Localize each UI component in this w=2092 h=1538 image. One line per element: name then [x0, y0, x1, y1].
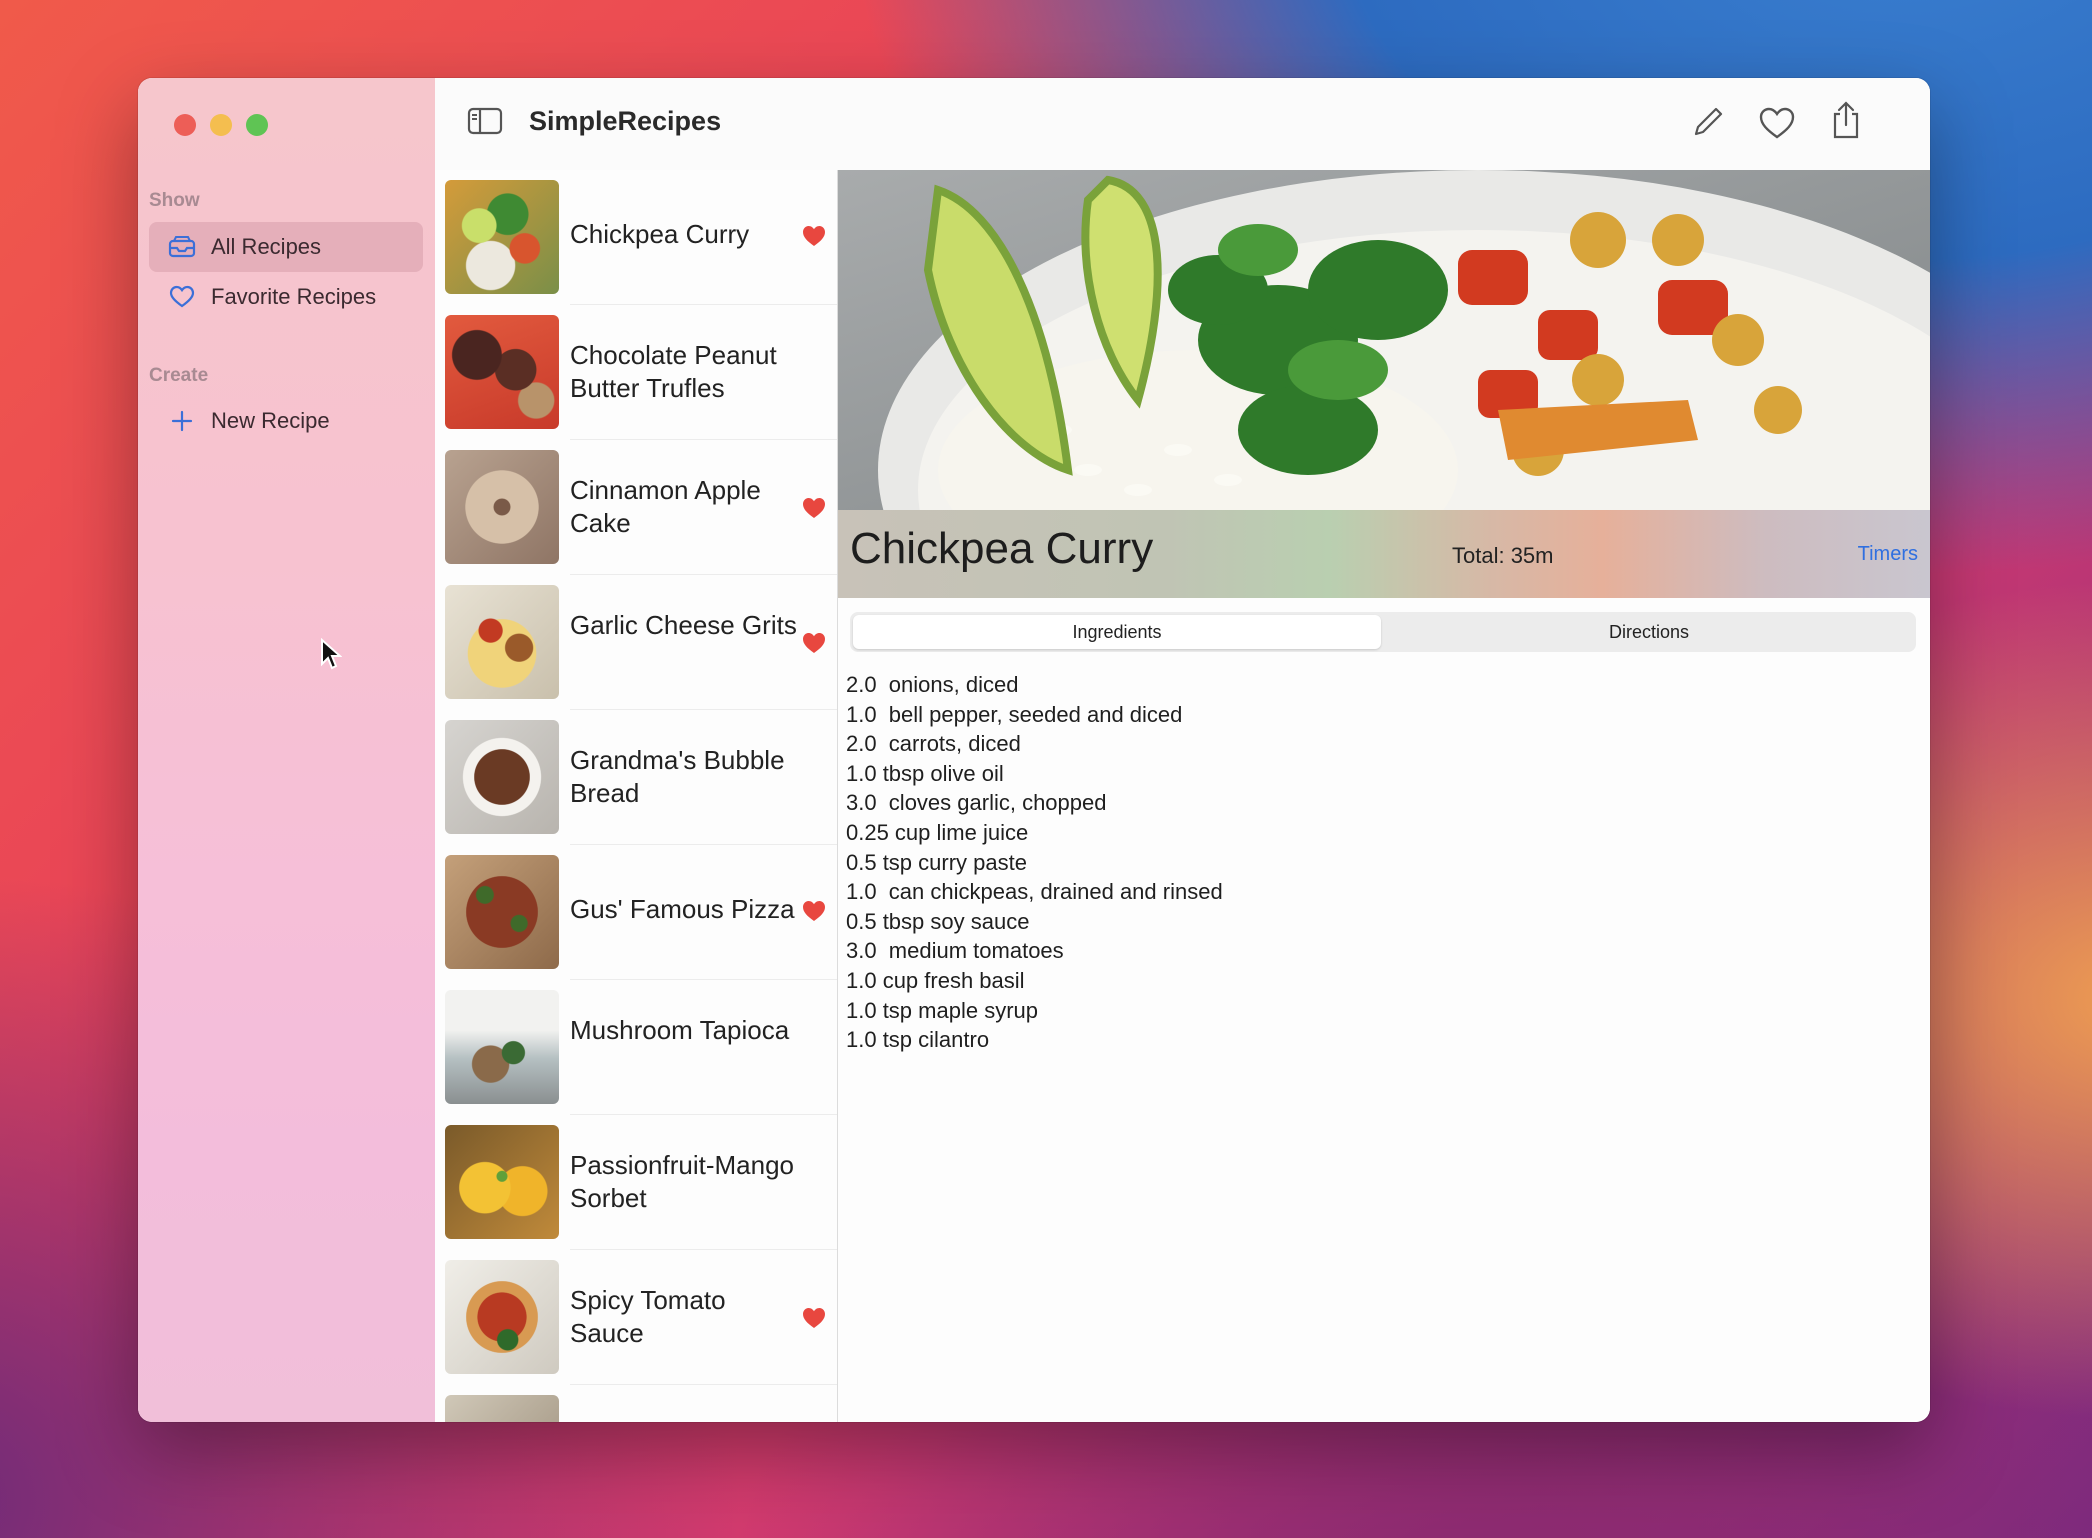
sidebar-item-all-recipes[interactable]: All Recipes	[149, 222, 423, 272]
sidebar-toggle-icon[interactable]	[467, 106, 503, 136]
ingredient-item: 1.0 tsp maple syrup	[846, 997, 1038, 1023]
sidebar-item-label: Favorite Recipes	[211, 284, 377, 309]
recipe-thumbnail	[445, 990, 559, 1104]
ingredient-item: 0.25 cup lime juice	[846, 819, 1029, 845]
recipe-thumbnail	[445, 1125, 559, 1239]
list-item[interactable]: Mushroom Tapioca	[435, 980, 837, 1115]
recipe-hero-image	[838, 170, 1930, 510]
recipe-name: Chocolate Peanut Butter Trufles	[570, 340, 777, 403]
tab-directions[interactable]: Directions	[1385, 615, 1913, 649]
recipe-detail: Chickpea Curry Total: 35m Timers Ingredi…	[838, 170, 1930, 1422]
list-item[interactable]: Grandma's Bubble Bread	[435, 710, 837, 845]
sidebar-item-favorite-recipes[interactable]: Favorite Recipes	[149, 272, 423, 322]
recipe-title-bar: Chickpea Curry Total: 35m Timers	[838, 510, 1930, 598]
recipe-name: Spicy Tomato Sauce	[570, 1285, 726, 1348]
toolbar: SimpleRecipes	[435, 78, 1930, 171]
ingredient-item: 3.0 medium tomatoes	[846, 938, 1064, 964]
tab-ingredients[interactable]: Ingredients	[853, 615, 1381, 649]
heart-filled-icon	[803, 226, 825, 246]
app-window: Show All Recipes Favorite Recipes Create…	[138, 78, 1930, 1422]
list-item[interactable]: Gus' Famous Pizza	[435, 845, 837, 980]
recipe-thumbnail	[445, 720, 559, 834]
mouse-cursor-icon	[321, 638, 342, 670]
recipe-thumbnail	[445, 450, 559, 564]
ingredient-item: 1.0 cup fresh basil	[846, 967, 1025, 993]
detail-segmented-control: Ingredients Directions	[850, 612, 1916, 652]
list-item[interactable]	[435, 1385, 837, 1422]
recipe-thumbnail	[445, 1395, 559, 1422]
list-item[interactable]: Cinnamon Apple Cake	[435, 440, 837, 575]
list-item[interactable]: Chocolate Peanut Butter Trufles	[435, 305, 837, 440]
recipe-title: Chickpea Curry	[850, 524, 1154, 573]
sidebar-item-label: All Recipes	[211, 234, 322, 259]
favorite-heart-icon[interactable]	[1758, 106, 1796, 140]
total-time: Total: 35m	[1452, 543, 1554, 568]
heart-filled-icon	[803, 1308, 825, 1328]
ingredient-item: 1.0 bell pepper, seeded and diced	[846, 701, 1183, 727]
pencil-icon[interactable]	[1690, 104, 1726, 140]
recipe-thumbnail	[445, 315, 559, 429]
list-item[interactable]: Chickpea Curry	[435, 170, 837, 305]
ingredient-item: 1.0 can chickpeas, drained and rinsed	[846, 879, 1223, 905]
recipe-name: Cinnamon Apple Cake	[570, 475, 761, 538]
sidebar: Show All Recipes Favorite Recipes Create…	[138, 78, 436, 1422]
app-title: SimpleRecipes	[529, 106, 722, 136]
plus-icon	[167, 406, 197, 436]
recipe-name: Mushroom Tapioca	[570, 1015, 790, 1045]
list-item[interactable]: Passionfruit-Mango Sorbet	[435, 1115, 837, 1250]
recipe-name: Grandma's Bubble Bread	[570, 745, 785, 808]
new-recipe-label: New Recipe	[211, 408, 330, 433]
zoom-button[interactable]	[246, 114, 268, 136]
list-item[interactable]: Garlic Cheese Grits	[435, 575, 837, 710]
section-label-show: Show	[149, 190, 200, 211]
ingredient-item: 1.0 tsp cilantro	[846, 1027, 990, 1053]
recipe-thumbnail	[445, 585, 559, 699]
recipe-thumbnail	[445, 1260, 559, 1374]
recipe-name: Gus' Famous Pizza	[570, 894, 795, 924]
close-button[interactable]	[174, 114, 196, 136]
recipe-name: Passionfruit-Mango Sorbet	[570, 1150, 794, 1213]
recipe-list: Chickpea Curry Chocolate Peanut Butter T…	[435, 170, 838, 1422]
recipe-thumbnail	[445, 180, 559, 294]
heart-filled-icon	[803, 901, 825, 921]
minimize-button[interactable]	[210, 114, 232, 136]
share-icon[interactable]	[1830, 100, 1862, 140]
heart-filled-icon	[803, 633, 825, 653]
section-label-create: Create	[149, 365, 209, 386]
heart-filled-icon	[803, 498, 825, 518]
list-item[interactable]: Spicy Tomato Sauce	[435, 1250, 837, 1385]
ingredient-item: 0.5 tsp curry paste	[846, 849, 1027, 875]
recipe-name: Chickpea Curry	[570, 219, 750, 249]
recipe-name: Garlic Cheese Grits	[570, 610, 797, 640]
ingredient-item: 1.0 tbsp olive oil	[846, 760, 1004, 786]
timers-button[interactable]: Timers	[1858, 543, 1918, 566]
ingredient-item: 2.0 onions, diced	[846, 672, 1019, 697]
window-controls	[174, 114, 268, 136]
ingredients-list: 2.0 onions, diced 1.0 bell pepper, seede…	[846, 670, 1223, 1055]
recipe-thumbnail	[445, 855, 559, 969]
tray-icon	[167, 232, 197, 262]
new-recipe-button[interactable]: New Recipe	[149, 396, 423, 446]
ingredient-item: 2.0 carrots, diced	[846, 731, 1021, 757]
ingredient-item: 0.5 tbsp soy sauce	[846, 908, 1030, 934]
ingredient-item: 3.0 cloves garlic, chopped	[846, 790, 1107, 816]
heart-outline-icon	[167, 282, 197, 312]
